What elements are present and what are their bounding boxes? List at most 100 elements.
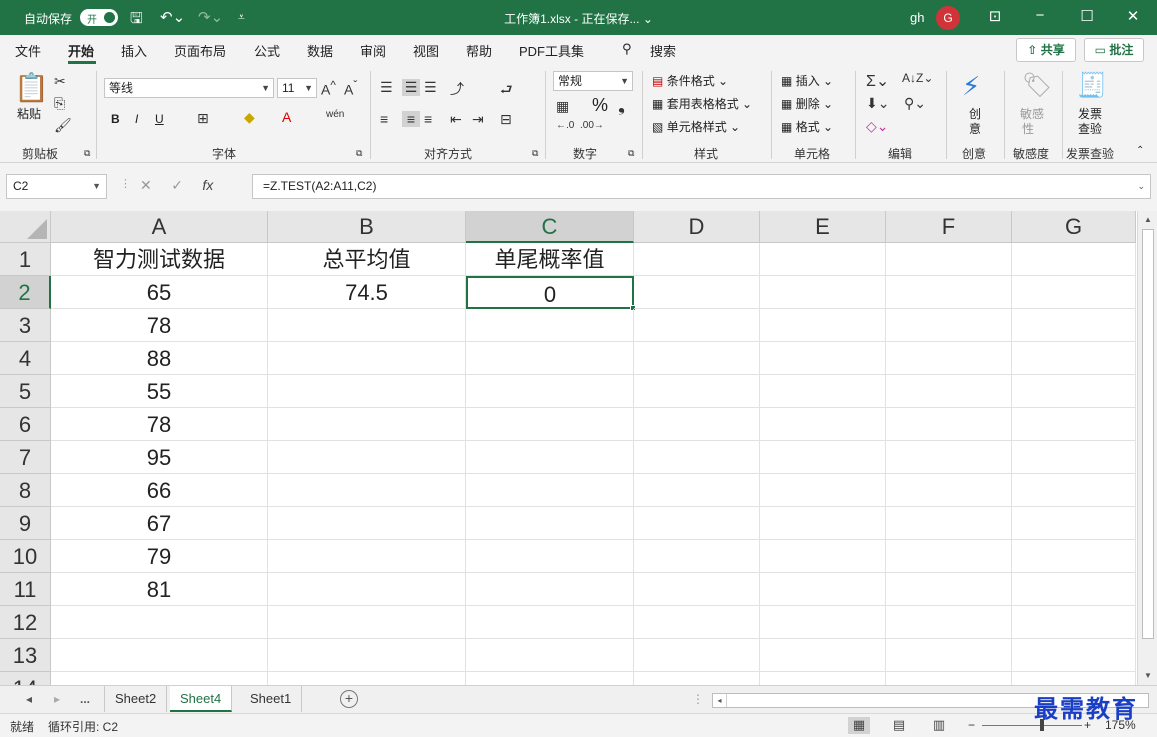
row-header-8[interactable]: 8 xyxy=(0,474,51,507)
more-sheets-button[interactable]: ... xyxy=(80,692,90,706)
column-header-b[interactable]: B xyxy=(268,211,466,243)
invoice-button-line2[interactable]: 查验 xyxy=(1078,120,1102,137)
cell-g13[interactable] xyxy=(1012,639,1136,672)
cell-e14[interactable] xyxy=(760,672,886,685)
delete-cells-button[interactable]: ▦ 删除 ⌄ xyxy=(781,95,833,112)
phonetic-icon[interactable]: wén xyxy=(326,109,344,120)
align-top-icon[interactable]: ☰ xyxy=(380,79,393,96)
cell-g1[interactable] xyxy=(1012,243,1136,276)
cell-a2[interactable]: 65 xyxy=(51,276,268,309)
cell-d3[interactable] xyxy=(634,309,760,342)
cell-a4[interactable]: 88 xyxy=(51,342,268,375)
sheet-tab-sheet1[interactable]: Sheet1 xyxy=(240,686,303,712)
comma-style-icon[interactable]: ❟ xyxy=(618,95,625,116)
column-header-a[interactable]: A xyxy=(51,211,268,243)
align-left-icon[interactable]: ≡ xyxy=(380,111,388,127)
enter-icon[interactable]: ✓ xyxy=(171,177,183,193)
row-header-13[interactable]: 13 xyxy=(0,639,51,672)
prev-sheet-icon[interactable]: ◂ xyxy=(26,692,32,706)
add-sheet-icon[interactable]: + xyxy=(340,690,358,708)
dialog-launcher-icon[interactable]: ⧉ xyxy=(628,148,634,159)
cell-f10[interactable] xyxy=(886,540,1012,573)
align-bottom-icon[interactable]: ☰ xyxy=(424,79,437,96)
cell-b14[interactable] xyxy=(268,672,466,685)
cell-d4[interactable] xyxy=(634,342,760,375)
scroll-thumb[interactable] xyxy=(1142,229,1154,639)
tab-view[interactable]: 视图 xyxy=(413,41,439,60)
cell-a1[interactable]: 智力测试数据 xyxy=(51,243,268,276)
underline-button[interactable]: U xyxy=(155,112,164,126)
cell-c5[interactable] xyxy=(466,375,634,408)
percent-button[interactable]: % xyxy=(592,95,608,116)
column-header-c[interactable]: C xyxy=(466,211,634,243)
cell-d8[interactable] xyxy=(634,474,760,507)
cell-f4[interactable] xyxy=(886,342,1012,375)
increase-indent-icon[interactable]: ⇥ xyxy=(472,111,484,128)
copy-icon[interactable]: ⎘ xyxy=(54,95,65,112)
invoice-icon[interactable]: 🧾 xyxy=(1077,71,1107,100)
tab-help[interactable]: 帮助 xyxy=(466,41,492,60)
zoom-out-icon[interactable]: − xyxy=(968,718,975,732)
ribbon-display-icon[interactable]: ⊡ xyxy=(985,7,1005,25)
format-cells-button[interactable]: ▦ 格式 ⌄ xyxy=(781,118,833,135)
scroll-down-icon[interactable]: ▼ xyxy=(1138,671,1157,680)
cell-e6[interactable] xyxy=(760,408,886,441)
font-name-combo[interactable]: 等线 ▼ xyxy=(104,78,274,98)
splitter-icon[interactable]: ⋮ xyxy=(692,692,704,706)
cell-g5[interactable] xyxy=(1012,375,1136,408)
cell-a6[interactable]: 78 xyxy=(51,408,268,441)
cell-g4[interactable] xyxy=(1012,342,1136,375)
cancel-icon[interactable]: ✕ xyxy=(140,177,152,193)
cell-e8[interactable] xyxy=(760,474,886,507)
cell-c7[interactable] xyxy=(466,441,634,474)
cell-f11[interactable] xyxy=(886,573,1012,606)
cell-b4[interactable] xyxy=(268,342,466,375)
column-header-d[interactable]: D xyxy=(634,211,760,243)
tab-review[interactable]: 审阅 xyxy=(360,41,386,60)
column-header-g[interactable]: G xyxy=(1012,211,1136,243)
cell-c4[interactable] xyxy=(466,342,634,375)
wrap-text-icon[interactable]: ⮐ xyxy=(500,79,513,103)
fill-color-icon[interactable]: ◆ xyxy=(244,109,255,126)
creative-button-line2[interactable]: 意 xyxy=(969,120,981,137)
cell-styles-button[interactable]: ▧ 单元格样式 ⌄ xyxy=(652,118,740,135)
accounting-format-icon[interactable]: ▦ xyxy=(556,98,569,115)
bold-button[interactable]: B xyxy=(111,112,120,126)
cell-a5[interactable]: 55 xyxy=(51,375,268,408)
dialog-launcher-icon[interactable]: ⧉ xyxy=(356,148,362,159)
redo-icon[interactable]: ↷⌄ xyxy=(198,8,223,26)
tab-page-layout[interactable]: 页面布局 xyxy=(174,41,226,60)
cell-c3[interactable] xyxy=(466,309,634,342)
cell-d2[interactable] xyxy=(634,276,760,309)
conditional-format-button[interactable]: ▤ 条件格式 ⌄ xyxy=(652,72,728,89)
cell-g10[interactable] xyxy=(1012,540,1136,573)
close-icon[interactable]: ✕ xyxy=(1123,7,1143,25)
row-header-14[interactable]: 14 xyxy=(0,672,51,685)
format-as-table-button[interactable]: ▦ 套用表格格式 ⌄ xyxy=(652,95,752,112)
row-header-10[interactable]: 10 xyxy=(0,540,51,573)
align-middle-icon[interactable]: ☰ xyxy=(402,79,420,96)
dialog-launcher-icon[interactable]: ⧉ xyxy=(84,148,90,159)
increase-decimal-icon[interactable]: ←.0 xyxy=(556,120,574,131)
search-icon[interactable]: ⚲ xyxy=(622,41,632,57)
cell-f13[interactable] xyxy=(886,639,1012,672)
cell-e2[interactable] xyxy=(760,276,886,309)
cell-b5[interactable] xyxy=(268,375,466,408)
cell-d14[interactable] xyxy=(634,672,760,685)
cell-f2[interactable] xyxy=(886,276,1012,309)
cell-e9[interactable] xyxy=(760,507,886,540)
cell-a3[interactable]: 78 xyxy=(51,309,268,342)
decrease-font-icon[interactable]: Aˇ xyxy=(344,79,357,98)
cell-c9[interactable] xyxy=(466,507,634,540)
paste-button[interactable]: 粘贴 xyxy=(17,105,41,122)
tab-data[interactable]: 数据 xyxy=(307,41,333,60)
cell-g6[interactable] xyxy=(1012,408,1136,441)
lightning-icon[interactable]: ⚡ xyxy=(962,71,980,102)
cell-a12[interactable] xyxy=(51,606,268,639)
cell-g9[interactable] xyxy=(1012,507,1136,540)
italic-button[interactable]: I xyxy=(135,112,138,126)
orientation-icon[interactable]: ⤴ xyxy=(450,79,464,99)
tab-formulas[interactable]: 公式 xyxy=(254,41,280,60)
insert-cells-button[interactable]: ▦ 插入 ⌄ xyxy=(781,72,833,89)
clear-icon[interactable]: ◇⌄ xyxy=(866,118,889,135)
